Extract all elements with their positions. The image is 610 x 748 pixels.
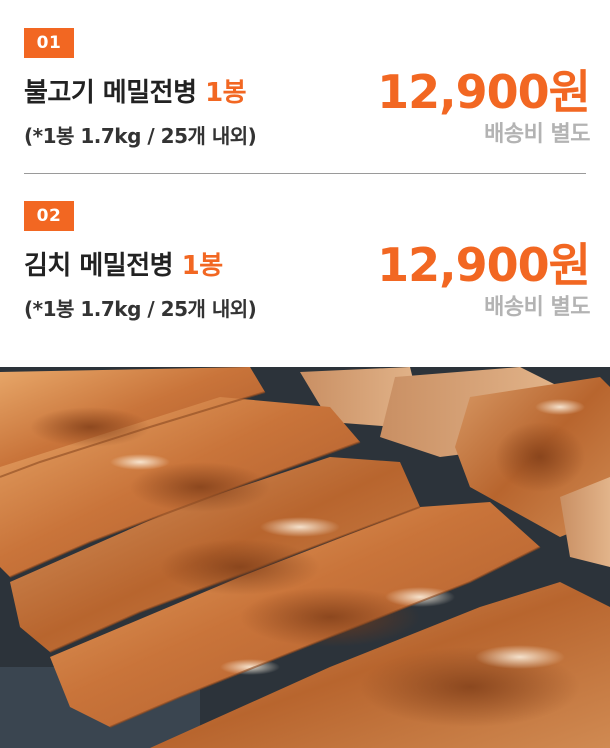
product-price: 12,900원 bbox=[377, 65, 591, 119]
product-name-text: 김치 메밀전병 bbox=[24, 251, 174, 281]
shipping-note: 배송비 별도 bbox=[484, 122, 590, 147]
section-divider bbox=[24, 173, 586, 174]
product-price: 12,900원 bbox=[377, 238, 591, 292]
product-name-text: 불고기 메밀전병 bbox=[24, 78, 197, 108]
product-name: 김치 메밀전병 1봉 bbox=[24, 245, 223, 282]
product-quantity: 1봉 bbox=[181, 251, 224, 281]
product-option-page: 01 불고기 메밀전병 1봉 (*1봉 1.7kg / 25개 내외) 12,9… bbox=[0, 0, 610, 748]
shipping-note: 배송비 별도 bbox=[484, 295, 590, 320]
fried-crepe-illustration bbox=[0, 367, 610, 748]
product-description: (*1봉 1.7kg / 25개 내외) bbox=[24, 297, 257, 321]
option-number-badge: 02 bbox=[24, 201, 74, 231]
option-number-badge: 01 bbox=[24, 28, 74, 58]
product-photo bbox=[0, 367, 610, 748]
product-description: (*1봉 1.7kg / 25개 내외) bbox=[24, 124, 257, 148]
product-name: 불고기 메밀전병 1봉 bbox=[24, 72, 247, 109]
product-quantity: 1봉 bbox=[205, 78, 247, 108]
